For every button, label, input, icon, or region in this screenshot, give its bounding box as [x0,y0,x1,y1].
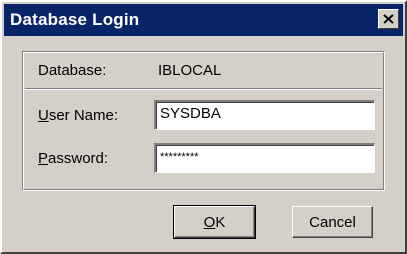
close-icon [383,14,394,24]
cancel-button[interactable]: Cancel [292,206,373,238]
close-button[interactable] [378,9,399,29]
database-login-dialog: Database Login Database: IBLOCAL User Na… [0,0,407,254]
ok-button[interactable]: OK [173,205,256,239]
username-label-rest: ser Name: [48,107,119,124]
database-label: Database: [38,62,107,79]
title-bar[interactable]: Database Login [4,4,403,36]
ok-button-rest: K [215,213,226,231]
window-title: Database Login [10,10,140,29]
username-label-mnemonic: U [38,107,49,124]
database-value: IBLOCAL [158,62,222,79]
group-divider [25,88,382,90]
username-label: User Name: [38,107,118,124]
password-input[interactable]: ********* [154,143,375,173]
password-label-rest: assword: [48,150,109,167]
password-label-mnemonic: P [38,150,49,167]
username-input[interactable]: SYSDBA [154,100,375,130]
ok-button-mnemonic: O [203,213,216,231]
password-label: Password: [38,150,108,167]
